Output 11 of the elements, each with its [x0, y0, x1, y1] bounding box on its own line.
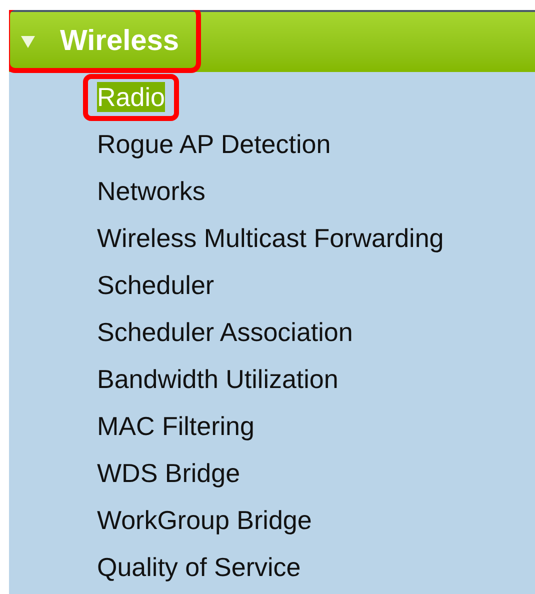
section-title: Wireless [60, 24, 180, 60]
menu-item[interactable]: Rogue AP Detection [97, 129, 331, 159]
menu-item[interactable]: WDS Bridge [97, 458, 240, 488]
menu-item[interactable]: MAC Filtering [97, 411, 254, 441]
menu-item[interactable]: Networks [97, 176, 206, 206]
menu-item[interactable]: Scheduler Association [97, 317, 353, 347]
menu-item[interactable]: Wireless Multicast Forwarding [97, 223, 444, 253]
menu-item[interactable]: Bandwidth Utilization [97, 364, 338, 394]
menu-item[interactable]: Quality of Service [97, 552, 301, 582]
menu-item[interactable]: WorkGroup Bridge [97, 505, 312, 535]
menu-item[interactable]: Scheduler [97, 270, 214, 300]
